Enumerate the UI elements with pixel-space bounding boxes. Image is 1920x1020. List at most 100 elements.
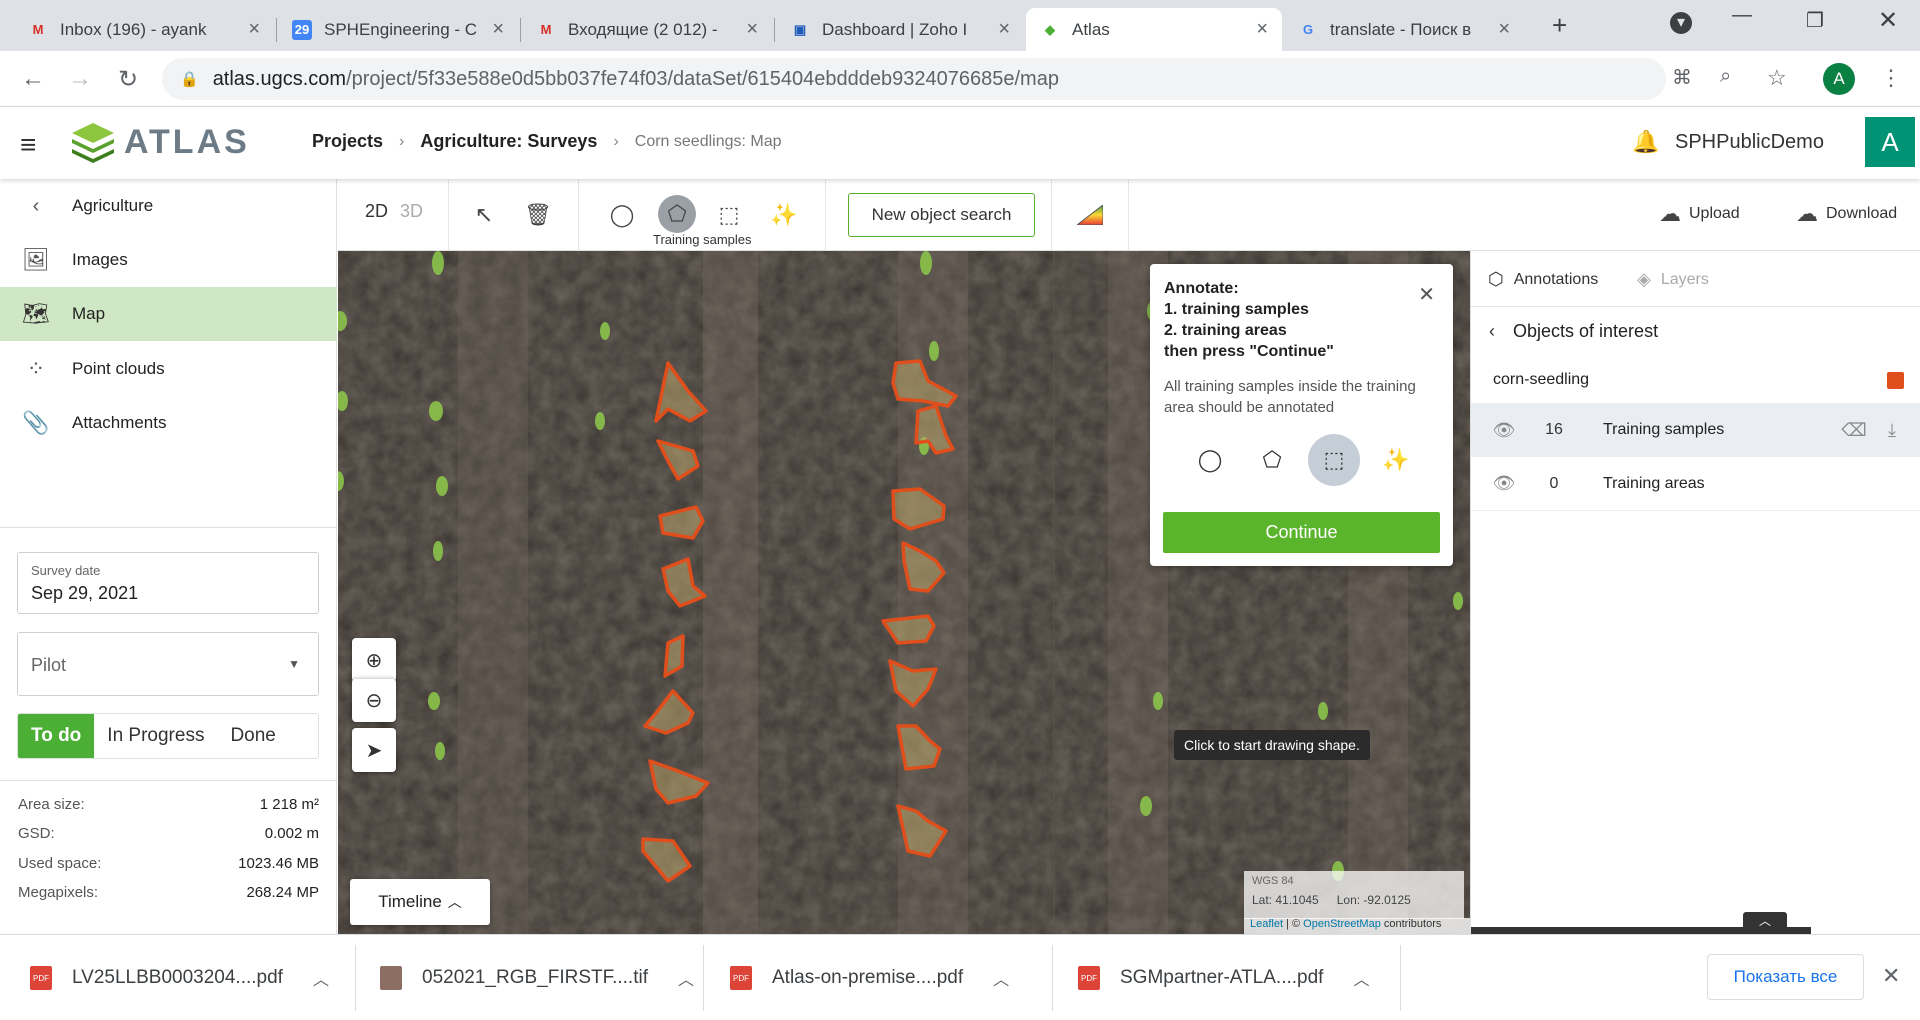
browser-tab[interactable]: 29 SPHEngineering - C ×: [278, 8, 518, 51]
bookmark-star-icon[interactable]: ☆: [1767, 65, 1787, 91]
map-toolbar: 2D 3D ↖ 🗑 ◯ ⬠ ⬚ ✨ Training samples New o…: [338, 179, 1920, 251]
close-tab-icon[interactable]: ×: [746, 18, 758, 41]
chevron-up-icon[interactable]: ︿: [678, 966, 694, 990]
upload-label: Upload: [1689, 205, 1740, 222]
chevron-right-icon: ›: [399, 132, 405, 150]
profile-avatar[interactable]: A: [1823, 63, 1855, 95]
trash-icon[interactable]: 🗑: [520, 199, 556, 231]
url-input[interactable]: 🔒 atlas.ugcs.com/project/5f33e588e0d5bb0…: [162, 58, 1666, 100]
mode-3d-button[interactable]: 3D: [400, 201, 423, 222]
tab-annotations[interactable]: ⬡ Annotations: [1488, 269, 1598, 290]
list-item-training-samples[interactable]: 👁 16 Training samples ⌫ ⤓: [1471, 403, 1920, 457]
username[interactable]: SPHPublicDemo: [1675, 131, 1824, 154]
polygon-tool-icon[interactable]: ⬠: [1246, 434, 1298, 486]
list-item-training-areas[interactable]: 👁 0 Training areas: [1471, 457, 1920, 511]
hamburger-menu-icon[interactable]: ≡: [20, 129, 36, 161]
breadcrumb-project[interactable]: Agriculture: Surveys: [420, 131, 597, 152]
upload-button[interactable]: ☁ Upload: [1659, 201, 1740, 227]
stat-used-space: Used space: 1023.46 MB: [18, 855, 319, 872]
tab-search-icon[interactable]: ▾: [1670, 12, 1692, 34]
bottom-drawer-handle[interactable]: [1471, 927, 1811, 934]
locate-button[interactable]: ➤: [352, 728, 396, 772]
rectangle-tool-icon[interactable]: ⬚: [711, 199, 747, 231]
download-icon[interactable]: ⤓: [1873, 420, 1911, 441]
new-object-search-button[interactable]: New object search: [848, 193, 1035, 237]
browser-tab[interactable]: M Inbox (196) - ayank ×: [14, 8, 274, 51]
survey-date-field[interactable]: Survey date Sep 29, 2021: [17, 552, 319, 614]
chevron-up-icon[interactable]: ︿: [1353, 966, 1369, 990]
back-icon[interactable]: ←: [18, 65, 48, 93]
download-button[interactable]: ☁ Download: [1796, 201, 1897, 227]
restore-icon[interactable]: ❐: [1806, 8, 1824, 33]
pilot-select[interactable]: Pilot ▼: [17, 632, 319, 696]
chevron-up-icon[interactable]: ︿: [993, 966, 1009, 990]
sidebar-item-images[interactable]: 🖼 Images: [0, 233, 337, 287]
openstreetmap-link[interactable]: OpenStreetMap: [1303, 918, 1381, 930]
download-item[interactable]: PDF Atlas-on-premise....pdf ︿: [730, 935, 1009, 1020]
pdf-file-icon: PDF: [1078, 966, 1100, 990]
class-color-swatch[interactable]: [1887, 372, 1904, 389]
rectangle-tool-icon[interactable]: ⬚: [1308, 434, 1360, 486]
chevron-left-icon[interactable]: ‹: [1489, 321, 1495, 342]
pdf-file-icon: PDF: [730, 966, 752, 990]
stat-label: Area size:: [18, 796, 85, 813]
survey-date-value: Sep 29, 2021: [31, 583, 139, 603]
magic-wand-icon[interactable]: ✨: [766, 199, 802, 231]
browser-menu-icon[interactable]: ⋮: [1880, 65, 1902, 91]
sidebar-item-map[interactable]: 🗺 Map: [0, 287, 337, 341]
browser-tab-active[interactable]: ◆ Atlas ×: [1026, 8, 1282, 51]
browser-tab[interactable]: ▣ Dashboard | Zoho I ×: [776, 8, 1024, 51]
timeline-button[interactable]: Timeline ︿: [350, 879, 490, 925]
atlas-logo[interactable]: ATLAS: [70, 121, 250, 163]
close-tab-icon[interactable]: ×: [1256, 18, 1268, 41]
zoom-in-button[interactable]: ⊕: [352, 638, 396, 682]
download-item[interactable]: PDF LV25LLBB0003204....pdf ︿: [30, 935, 329, 1020]
reload-icon[interactable]: ↻: [113, 65, 143, 94]
elevation-palette-icon[interactable]: [1072, 199, 1108, 231]
close-icon[interactable]: ✕: [1418, 282, 1435, 307]
atlas-logo-icon: [72, 123, 114, 163]
lock-icon[interactable]: 🔒: [180, 70, 199, 88]
select-cursor-icon[interactable]: ↖: [466, 199, 502, 231]
browser-tab[interactable]: M Входящие (2 012) - ×: [522, 8, 772, 51]
paperclip-icon: 📎: [22, 410, 50, 435]
translate-icon[interactable]: ⌘: [1672, 65, 1692, 90]
close-tab-icon[interactable]: ×: [998, 18, 1010, 41]
status-done-button[interactable]: Done: [217, 714, 288, 758]
ellipse-tool-icon[interactable]: ◯: [604, 199, 640, 231]
user-avatar[interactable]: A: [1865, 117, 1915, 167]
eraser-icon[interactable]: ⌫: [1835, 420, 1873, 441]
new-tab-icon[interactable]: +: [1552, 10, 1567, 41]
forward-icon[interactable]: →: [65, 65, 95, 93]
ellipse-tool-icon[interactable]: ◯: [1184, 434, 1236, 486]
class-name[interactable]: corn-seedling: [1493, 371, 1589, 389]
notification-bell-icon[interactable]: 🔔: [1632, 129, 1659, 155]
leaflet-link[interactable]: Leaflet: [1250, 918, 1283, 930]
tab-layers[interactable]: ◈ Layers: [1637, 269, 1709, 290]
eye-icon[interactable]: 👁: [1471, 473, 1537, 494]
sidebar-item-attachments[interactable]: 📎 Attachments: [0, 396, 337, 450]
close-window-icon[interactable]: ✕: [1878, 6, 1898, 35]
close-icon[interactable]: ✕: [1882, 963, 1900, 989]
show-all-downloads-button[interactable]: Показать все: [1707, 954, 1864, 1000]
close-tab-icon[interactable]: ×: [1498, 18, 1510, 41]
close-tab-icon[interactable]: ×: [492, 18, 504, 41]
mode-2d-button[interactable]: 2D: [365, 201, 388, 222]
sidebar-item-point-clouds[interactable]: ⁘ Point clouds: [0, 342, 337, 396]
download-item[interactable]: 052021_RGB_FIRSTF....tif ︿: [380, 935, 694, 1020]
download-item[interactable]: PDF SGMpartner-ATLA....pdf ︿: [1078, 935, 1369, 1020]
chevron-up-icon[interactable]: ︿: [313, 966, 329, 990]
magic-wand-icon[interactable]: ✨: [1370, 434, 1422, 486]
zoom-icon[interactable]: ⌕: [1720, 65, 1731, 88]
minimize-icon[interactable]: —: [1732, 4, 1752, 27]
status-todo-button[interactable]: To do: [18, 714, 95, 758]
close-tab-icon[interactable]: ×: [248, 18, 260, 41]
status-in-progress-button[interactable]: In Progress: [94, 714, 217, 758]
browser-tab[interactable]: G translate - Поиск в ×: [1284, 8, 1524, 51]
continue-button[interactable]: Continue: [1163, 512, 1440, 553]
sidebar-back-agriculture[interactable]: ‹ Agriculture: [0, 179, 337, 233]
zoom-out-button[interactable]: ⊖: [352, 678, 396, 722]
eye-icon[interactable]: 👁: [1471, 420, 1537, 441]
polygon-tool-icon[interactable]: ⬠: [658, 195, 696, 233]
breadcrumb-projects[interactable]: Projects: [312, 131, 383, 152]
